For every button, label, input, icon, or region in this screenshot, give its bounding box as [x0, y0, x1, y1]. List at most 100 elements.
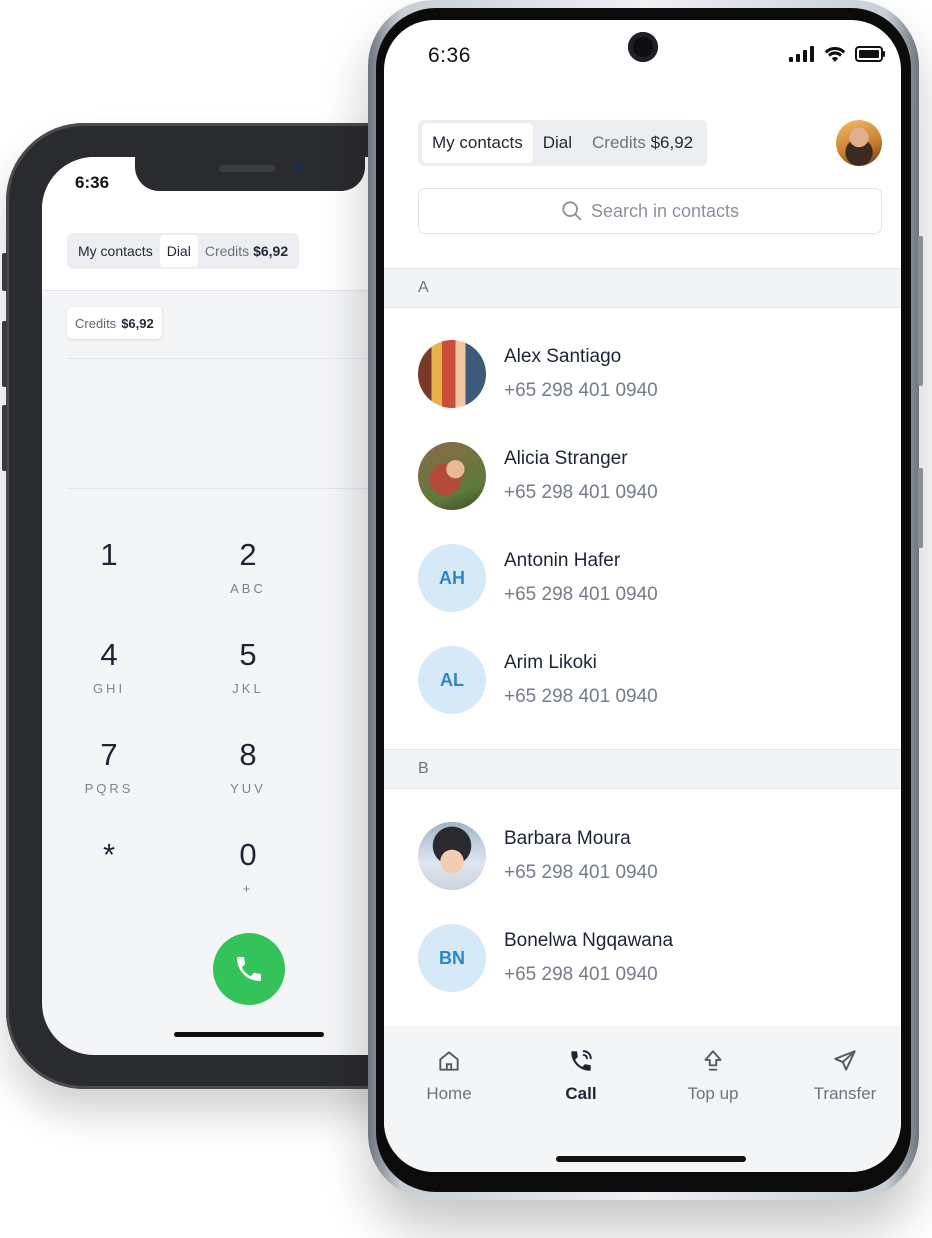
- volume-down-button: [2, 405, 7, 471]
- nav-label: Call: [565, 1084, 597, 1103]
- camera-icon: [293, 163, 303, 173]
- key-number: 2: [239, 537, 257, 572]
- status-time: 6:36: [428, 44, 471, 67]
- key-letters: [49, 881, 169, 896]
- key-letters: [49, 581, 169, 596]
- call-button[interactable]: [213, 933, 285, 1005]
- home-indicator[interactable]: [556, 1156, 746, 1162]
- contact-row[interactable]: BN Bonelwa Ngqawana +65 298 401 0940: [418, 924, 858, 994]
- battery-icon: [855, 46, 885, 62]
- contact-photo: [418, 442, 486, 510]
- power-button: [918, 468, 923, 548]
- contact-initials-avatar: BN: [418, 924, 486, 992]
- key-8[interactable]: 8 YUV: [188, 737, 308, 796]
- key-4[interactable]: 4 GHI: [49, 637, 169, 696]
- contact-name: Barbara Moura: [504, 828, 631, 849]
- nav-label: Transfer: [813, 1084, 877, 1103]
- home-icon: [439, 1051, 459, 1071]
- key-0[interactable]: 0 +: [188, 837, 308, 896]
- contact-initials-avatar: AH: [418, 544, 486, 612]
- credits-label: Credits: [204, 243, 250, 259]
- key-letters: +: [242, 881, 254, 896]
- contact-photo: [418, 822, 486, 890]
- key-number: *: [102, 837, 116, 872]
- contact-name: Alex Santiago: [504, 346, 622, 367]
- credit-chip-value: $6,92: [121, 315, 154, 331]
- contact-initials-avatar: AL: [418, 646, 486, 714]
- search-input[interactable]: Search in contacts: [418, 188, 882, 234]
- camera-icon: [628, 32, 658, 62]
- contact-name: Alicia Stranger: [504, 448, 628, 469]
- contact-phone: +65 298 401 0940: [504, 862, 658, 883]
- key-letters: GHI: [92, 681, 126, 696]
- top-up-icon: [704, 1050, 722, 1071]
- contact-row[interactable]: Alex Santiago +65 298 401 0940: [418, 340, 858, 410]
- contact-name: Bonelwa Ngqawana: [504, 930, 674, 951]
- home-indicator[interactable]: [174, 1032, 324, 1037]
- search-icon: [562, 201, 582, 221]
- nav-transfer[interactable]: Transfer: [790, 1048, 900, 1104]
- wifi-icon: [824, 46, 846, 62]
- contact-phone: +65 298 401 0940: [504, 584, 658, 605]
- key-7[interactable]: 7 PQRS: [49, 737, 169, 796]
- tab-credits[interactable]: Credits $6,92: [582, 123, 703, 163]
- speaker-grille: [219, 165, 275, 172]
- tab-my-contacts[interactable]: My contacts: [422, 123, 533, 163]
- nav-label: Top up: [687, 1084, 739, 1103]
- key-number: 7: [100, 737, 118, 772]
- tab-my-contacts[interactable]: My contacts: [71, 235, 160, 267]
- bottom-nav: Home Call Top up Transfer: [384, 1026, 901, 1172]
- key-number: 1: [100, 537, 118, 572]
- contact-name: Antonin Hafer: [504, 550, 621, 571]
- send-icon: [834, 1050, 856, 1071]
- tab-bar: My contacts Dial Credits $6,92: [418, 120, 708, 166]
- signal-icon: [789, 46, 814, 62]
- contact-row[interactable]: AL Arim Likoki +65 298 401 0940: [418, 646, 858, 716]
- user-avatar[interactable]: [836, 120, 882, 166]
- section-header: A: [384, 268, 901, 308]
- tab-credits[interactable]: Credits $6,92: [198, 235, 295, 267]
- phone-icon: [237, 957, 261, 981]
- volume-up-button: [2, 321, 7, 387]
- key-star[interactable]: *: [49, 837, 169, 896]
- nav-top-up[interactable]: Top up: [658, 1048, 768, 1104]
- key-number: 0: [239, 837, 257, 872]
- tab-dial[interactable]: Dial: [159, 235, 198, 267]
- contact-row[interactable]: AH Antonin Hafer +65 298 401 0940: [418, 544, 858, 614]
- key-5[interactable]: 5 JKL: [188, 637, 308, 696]
- tab-dial[interactable]: Dial: [533, 123, 582, 163]
- front-screen: 6:36 My contacts Dial Credits $6,92 Sear…: [384, 20, 901, 1172]
- tab-bar: My contacts Dial Credits $6,92: [67, 233, 300, 269]
- contact-row[interactable]: Alicia Stranger +65 298 401 0940: [418, 442, 858, 512]
- credit-chip: Credits $6,92: [67, 307, 162, 339]
- key-number: 4: [100, 637, 118, 672]
- key-letters: ABC: [230, 581, 266, 596]
- contact-row[interactable]: Barbara Moura +65 298 401 0940: [418, 822, 858, 892]
- volume-button: [918, 236, 923, 386]
- contact-phone: +65 298 401 0940: [504, 686, 658, 707]
- credits-label: Credits: [592, 133, 646, 152]
- contact-phone: +65 298 401 0940: [504, 482, 658, 503]
- credit-chip-label: Credits: [75, 315, 117, 331]
- contact-phone: +65 298 401 0940: [504, 964, 658, 985]
- key-2[interactable]: 2 ABC: [188, 537, 308, 596]
- mute-switch: [2, 253, 7, 291]
- showcase-stage: 6:36 My contacts Dial Credits $6,92 Cred…: [0, 0, 932, 1238]
- credits-value: $6,92: [253, 243, 289, 259]
- section-header: B: [384, 749, 901, 789]
- front-phone: 6:36 My contacts Dial Credits $6,92 Sear…: [368, 0, 923, 1200]
- key-number: 8: [239, 737, 257, 772]
- status-icons: [789, 46, 885, 62]
- status-time: 6:36: [75, 173, 110, 192]
- key-letters: YUV: [230, 781, 266, 796]
- nav-label: Home: [426, 1084, 472, 1103]
- contact-phone: +65 298 401 0940: [504, 380, 658, 401]
- contact-photo: [418, 340, 486, 408]
- key-letters: PQRS: [84, 781, 134, 796]
- nav-call[interactable]: Call: [526, 1048, 636, 1104]
- key-1[interactable]: 1: [49, 537, 169, 596]
- key-letters: JKL: [232, 681, 264, 696]
- notch: [135, 157, 365, 191]
- nav-home[interactable]: Home: [394, 1048, 504, 1104]
- contact-name: Arim Likoki: [504, 652, 597, 673]
